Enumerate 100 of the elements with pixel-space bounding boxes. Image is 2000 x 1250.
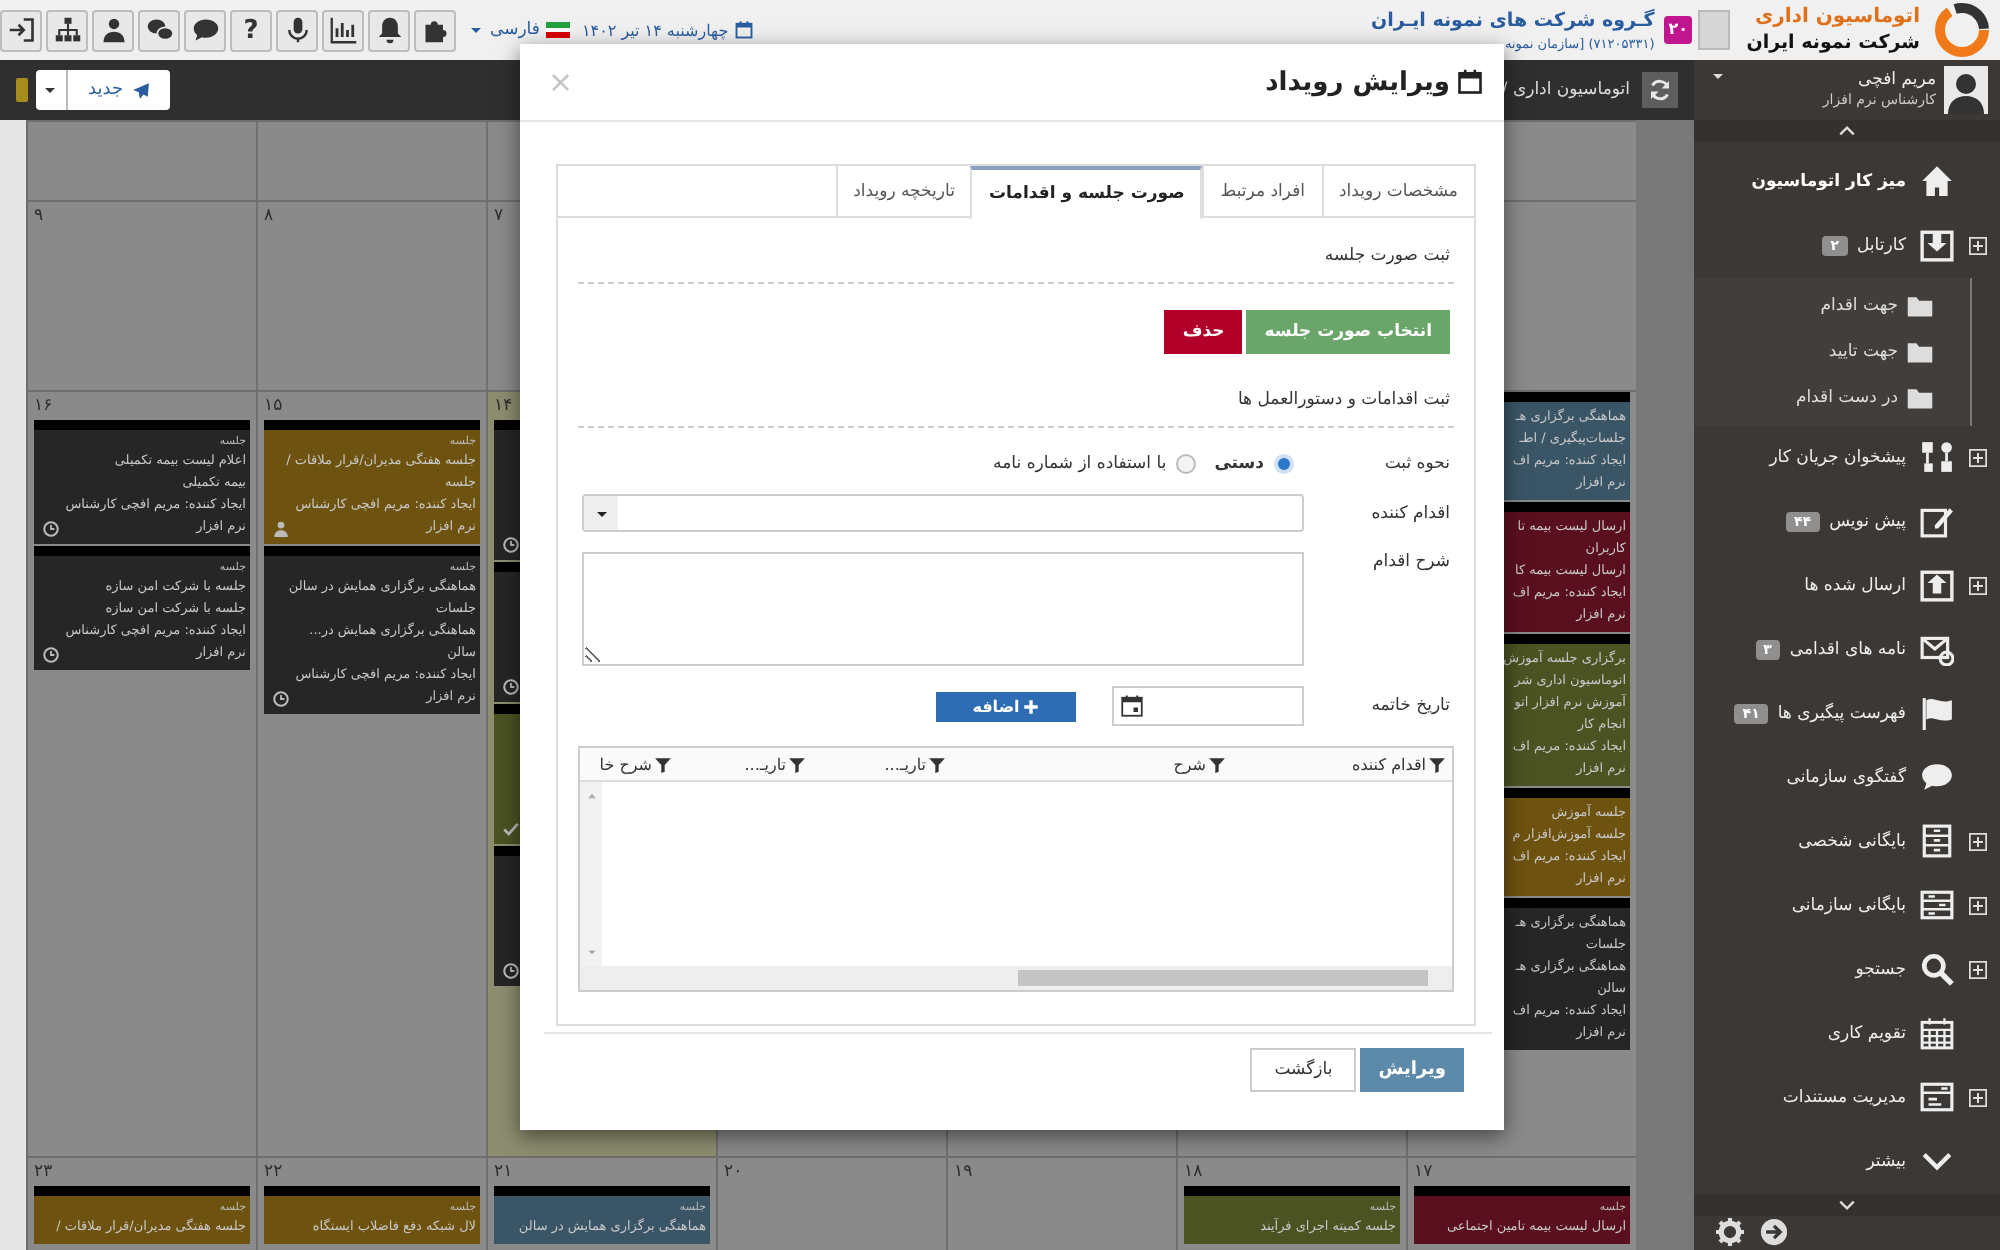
radio-label[interactable]: دستی [1214, 454, 1264, 474]
current-date: چهارشنبه ۱۴ تیر ۱۴۰۲ [581, 21, 729, 39]
sidebar-item[interactable]: پیشخوان جریان کار [1769, 447, 1906, 468]
scroll-up-icon [585, 790, 597, 802]
radio-label[interactable]: با استفاده از شماره نامه [993, 454, 1167, 474]
column-header[interactable]: تاریـ... [812, 748, 952, 780]
sidebar-item[interactable]: بایگانی شخصی [1798, 831, 1906, 852]
day-number: ۲۱ [494, 1160, 515, 1186]
column-header[interactable]: تاریـ... [678, 748, 812, 780]
tab[interactable]: تاریخچه رویداد [835, 166, 971, 218]
filter-icon[interactable] [788, 755, 806, 773]
sidebar-subitem[interactable]: جهت اقدام [1820, 296, 1898, 317]
sidebar-item[interactable]: جستجو [1855, 959, 1906, 980]
outbox-icon [1920, 568, 1954, 603]
avatar-icon [1944, 66, 1988, 114]
filter-icon[interactable] [928, 755, 946, 773]
chat-bubbles-button[interactable] [138, 9, 180, 51]
exit-icon [7, 16, 35, 44]
filter-icon[interactable] [1208, 755, 1226, 773]
scrollbar-track[interactable] [1636, 120, 1694, 1250]
delete-button[interactable]: حذف [1164, 310, 1243, 354]
sidebar-subitem[interactable]: جهت تایید [1828, 342, 1898, 363]
bell-button[interactable] [368, 9, 410, 51]
home-icon [1920, 164, 1954, 199]
chart-button[interactable] [322, 9, 364, 51]
column-header[interactable]: شرح [952, 748, 1232, 780]
refresh-icon [1648, 78, 1672, 102]
organization-name[interactable]: گـروه شرکت های نمونه ایـران [1371, 7, 1655, 33]
scroll-up-icon[interactable] [1838, 121, 1856, 140]
expand-icon[interactable] [1968, 447, 1988, 468]
expand-icon[interactable] [1968, 895, 1988, 916]
day-number: ۹ [34, 204, 46, 230]
calendar-icon [1920, 1016, 1954, 1051]
edit-button[interactable]: ویرایش [1360, 1048, 1464, 1092]
expand-icon[interactable] [1968, 831, 1988, 852]
dropdown-button[interactable] [36, 70, 68, 110]
day-number: ۱۶ [34, 394, 55, 420]
expand-icon[interactable] [1968, 959, 1988, 980]
scroll-down-icon[interactable] [1838, 1195, 1856, 1214]
user-name[interactable]: مریم افچی [1734, 70, 1936, 92]
puzzle-button[interactable] [414, 9, 456, 51]
sidebar-item[interactable]: تقویم کاری [1827, 1023, 1906, 1044]
day-number: ۷ [494, 204, 506, 230]
tab[interactable]: مشخصات رویداد [1321, 166, 1474, 218]
flag-icon [545, 22, 570, 38]
sidebar-item[interactable]: نامه های اقدامی [1789, 639, 1906, 660]
clock-icon [502, 962, 520, 980]
vertical-scrollbar[interactable] [580, 782, 602, 966]
expand-icon[interactable] [1968, 1087, 1988, 1108]
flag-icon [1920, 696, 1954, 731]
comment-button[interactable] [184, 9, 226, 51]
dropdown-field[interactable] [582, 494, 1304, 532]
language-selector[interactable]: فارسی [490, 20, 540, 40]
radio-button[interactable] [1274, 454, 1294, 474]
clock-icon [502, 678, 520, 696]
sidebar-item[interactable]: کارتابل [1857, 235, 1906, 256]
arrow-icon[interactable] [1760, 1218, 1788, 1247]
sidebar-item[interactable]: بایگانی سازمانی [1791, 895, 1906, 916]
sidebar-item[interactable]: بیشتر [1866, 1151, 1906, 1172]
calendar-icon [734, 20, 755, 40]
horizontal-scrollbar[interactable] [580, 966, 1452, 990]
sidebar-item[interactable]: مدیریت مستندات [1782, 1087, 1906, 1108]
user-button[interactable] [92, 9, 134, 51]
add-button[interactable]: اضافه [936, 691, 1076, 721]
new-button[interactable]: جدید [68, 70, 170, 110]
back-button[interactable]: بازگشت [1250, 1048, 1357, 1092]
filter-icon[interactable] [654, 755, 672, 773]
clock-icon [502, 536, 520, 554]
scrollbar-thumb[interactable] [1018, 970, 1428, 986]
count-badge: ۲۰ [1664, 16, 1692, 44]
sidebar-item[interactable]: پیش نویس [1829, 511, 1906, 532]
expand-icon[interactable] [1968, 235, 1988, 256]
column-header[interactable]: شرح خا [580, 748, 678, 780]
date-field[interactable] [1112, 686, 1304, 726]
person-icon [272, 520, 290, 538]
refresh-button[interactable] [1642, 72, 1678, 108]
radio-button[interactable] [1176, 454, 1197, 474]
filter-icon[interactable] [1428, 755, 1446, 773]
caret-icon[interactable] [1710, 68, 1726, 84]
sidebar-subitem[interactable]: در دست اقدام [1795, 388, 1898, 409]
sidebar-item[interactable]: ارسال شده ها [1804, 575, 1906, 596]
tab[interactable]: صورت جلسه و اقدامات [970, 166, 1203, 220]
day-number: ۱۵ [264, 394, 285, 420]
date-picker-icon[interactable] [1120, 694, 1144, 718]
dialog-title: ویرایش رویداد [1265, 67, 1450, 97]
sidebar-item[interactable]: فهرست پیگیری ها [1777, 703, 1906, 724]
microphone-button[interactable] [276, 9, 318, 51]
exit-button[interactable] [0, 9, 42, 51]
caret-icon[interactable] [468, 22, 484, 38]
comment-icon [191, 16, 219, 44]
expand-icon[interactable] [1968, 575, 1988, 596]
sitemap-button[interactable] [46, 9, 88, 51]
sidebar-item[interactable]: گفتگوی سازمانی [1786, 767, 1906, 788]
search-icon [1920, 952, 1954, 987]
sidebar-item[interactable]: میز کار اتوماسیون [1751, 171, 1906, 192]
microphone-icon [283, 16, 311, 44]
day-number: ۱۸ [1184, 1160, 1205, 1186]
help-button[interactable]: ? [230, 9, 272, 51]
settings-icon[interactable] [1716, 1218, 1744, 1247]
clock-icon [42, 520, 60, 538]
